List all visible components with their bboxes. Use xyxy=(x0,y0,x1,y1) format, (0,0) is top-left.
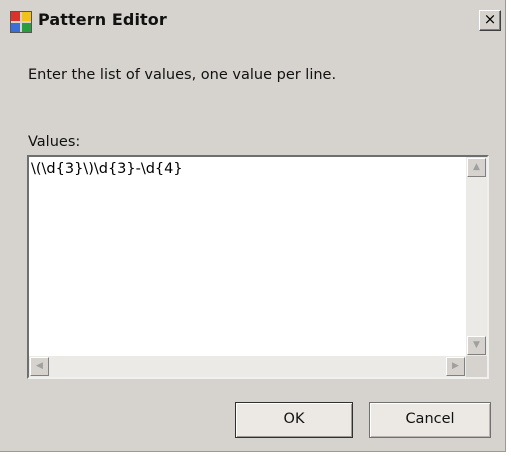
values-text: \(\d{3}\)\d{3}-\d{4} xyxy=(31,161,183,177)
arrow-down-icon: ▼ xyxy=(473,340,480,350)
scroll-up-button[interactable]: ▲ xyxy=(467,158,486,177)
window-title: Pattern Editor xyxy=(38,10,167,29)
scroll-right-button[interactable]: ▶ xyxy=(446,357,465,376)
instruction-text: Enter the list of values, one value per … xyxy=(28,67,337,83)
values-label: Values: xyxy=(28,134,81,150)
close-icon: × xyxy=(483,10,497,28)
horizontal-scrollbar[interactable]: ◀ ▶ xyxy=(29,356,466,377)
vertical-scrollbar[interactable]: ▲ ▼ xyxy=(466,157,487,356)
application-icon xyxy=(10,11,32,33)
arrow-up-icon: ▲ xyxy=(473,162,480,172)
values-textarea[interactable]: \(\d{3}\)\d{3}-\d{4} ▲ ▼ ◀ ▶ xyxy=(27,155,489,379)
pattern-editor-dialog: Pattern Editor × Enter the list of value… xyxy=(0,0,506,452)
scroll-left-button[interactable]: ◀ xyxy=(30,357,49,376)
scrollbar-corner xyxy=(466,356,487,377)
arrow-right-icon: ▶ xyxy=(452,361,459,371)
title-bar[interactable]: Pattern Editor × xyxy=(0,0,504,36)
ok-button[interactable]: OK xyxy=(235,402,353,438)
close-button[interactable]: × xyxy=(479,10,501,31)
cancel-button[interactable]: Cancel xyxy=(369,402,491,438)
arrow-left-icon: ◀ xyxy=(36,361,43,371)
scroll-down-button[interactable]: ▼ xyxy=(467,336,486,355)
